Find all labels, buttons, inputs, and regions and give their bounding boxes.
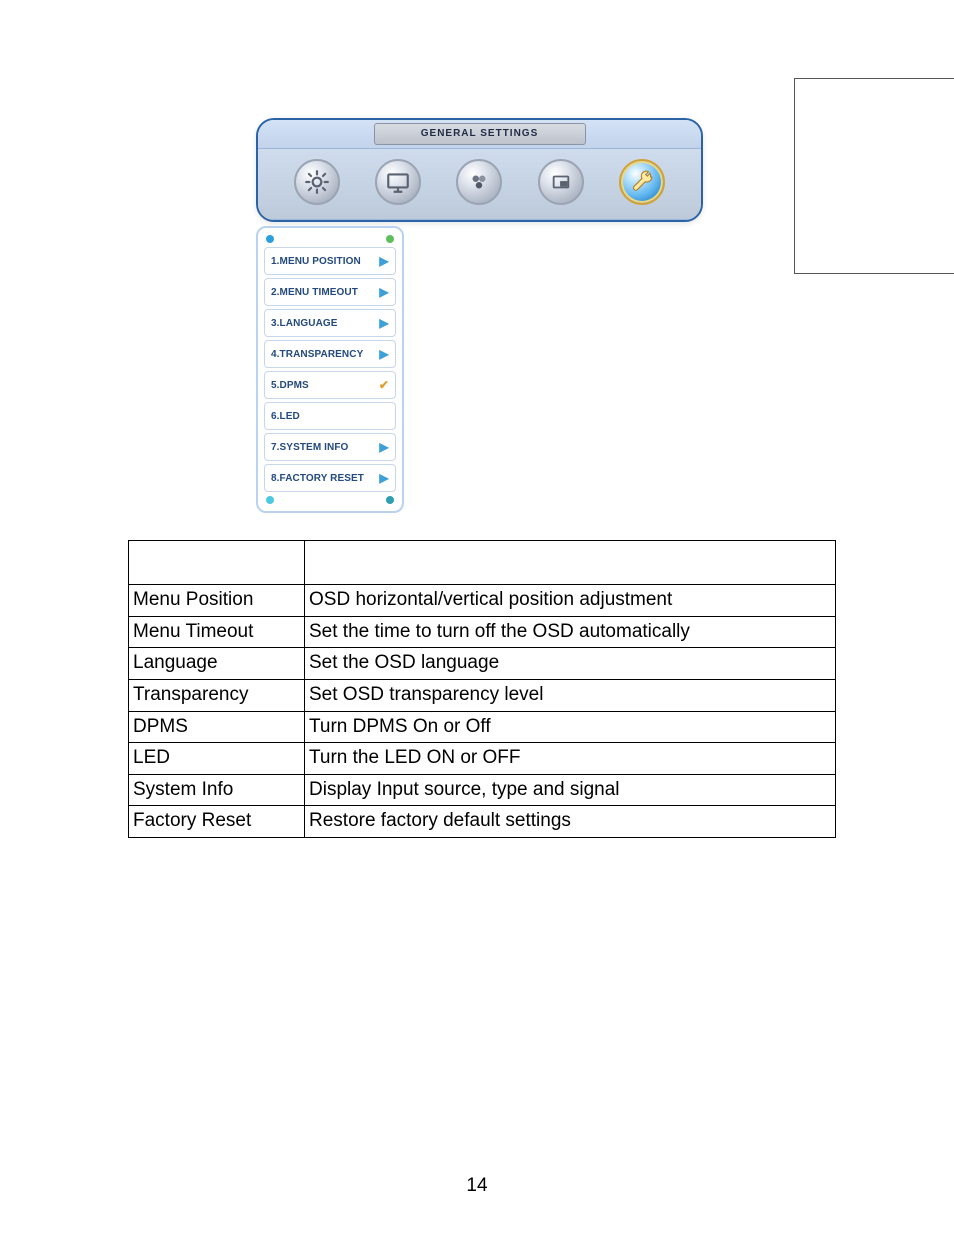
arrow-right-icon: ▶ — [377, 471, 391, 485]
table-cell-name: DPMS — [129, 711, 305, 743]
table-row: System Info Display Input source, type a… — [129, 774, 836, 806]
submenu-bottom-corners — [262, 495, 398, 505]
table-row: LED Turn the LED ON or OFF — [129, 743, 836, 775]
color-icon[interactable] — [456, 159, 502, 205]
table-cell-desc: Turn the LED ON or OFF — [305, 743, 836, 775]
table-cell-name: Menu Timeout — [129, 616, 305, 648]
arrow-right-icon: ▶ — [377, 285, 391, 299]
table-cell-name: LED — [129, 743, 305, 775]
table-row: Menu Timeout Set the time to turn off th… — [129, 616, 836, 648]
table-cell-desc: Display Input source, type and signal — [305, 774, 836, 806]
osd-tab-row — [258, 149, 701, 220]
submenu-item-menu-position[interactable]: 1.MENU POSITION ▶ — [264, 247, 396, 275]
table-header-blank-name — [129, 541, 305, 585]
table-row: Transparency Set OSD transparency level — [129, 679, 836, 711]
osd-submenu: 1.MENU POSITION ▶ 2.MENU TIMEOUT ▶ 3.LAN… — [256, 226, 404, 513]
submenu-top-corners — [262, 234, 398, 244]
table-cell-desc: Set the OSD language — [305, 648, 836, 680]
arrow-right-icon: ▶ — [377, 254, 391, 268]
check-icon: ✔ — [377, 378, 391, 392]
osd-panel: GENERAL SETTINGS — [256, 118, 703, 222]
arrow-right-icon: ▶ — [377, 347, 391, 361]
settings-description-table: Menu Position OSD horizontal/vertical po… — [128, 540, 836, 838]
side-tab — [794, 78, 954, 274]
arrow-right-icon: ▶ — [377, 316, 391, 330]
display-icon[interactable] — [375, 159, 421, 205]
submenu-item-label: 8.FACTORY RESET — [271, 473, 364, 484]
submenu-item-label: 6.LED — [271, 411, 300, 422]
table-cell-desc: Set the time to turn off the OSD automat… — [305, 616, 836, 648]
table-header-blank-desc — [305, 541, 836, 585]
submenu-item-dpms[interactable]: 5.DPMS ✔ — [264, 371, 396, 399]
table-row: DPMS Turn DPMS On or Off — [129, 711, 836, 743]
corner-dot-icon — [386, 235, 394, 243]
arrow-right-icon: ▶ — [377, 440, 391, 454]
osd-title: GENERAL SETTINGS — [374, 123, 586, 145]
submenu-item-system-info[interactable]: 7.SYSTEM INFO ▶ — [264, 433, 396, 461]
corner-dot-icon — [386, 496, 394, 504]
table-cell-name: Factory Reset — [129, 806, 305, 838]
submenu-item-language[interactable]: 3.LANGUAGE ▶ — [264, 309, 396, 337]
submenu-item-label: 3.LANGUAGE — [271, 318, 338, 329]
submenu-item-label: 2.MENU TIMEOUT — [271, 287, 358, 298]
table-cell-name: Transparency — [129, 679, 305, 711]
table-cell-desc: Restore factory default settings — [305, 806, 836, 838]
submenu-item-label: 1.MENU POSITION — [271, 256, 361, 267]
page-number: 14 — [0, 1175, 954, 1197]
table-cell-desc: Turn DPMS On or Off — [305, 711, 836, 743]
osd-screenshot: GENERAL SETTINGS — [256, 118, 699, 222]
table-cell-name: Menu Position — [129, 585, 305, 617]
submenu-item-led[interactable]: 6.LED — [264, 402, 396, 430]
table-row: Factory Reset Restore factory default se… — [129, 806, 836, 838]
table-row: Language Set the OSD language — [129, 648, 836, 680]
table-header-row — [129, 541, 836, 585]
table-cell-desc: OSD horizontal/vertical position adjustm… — [305, 585, 836, 617]
submenu-item-label: 5.DPMS — [271, 380, 309, 391]
brightness-icon[interactable] — [294, 159, 340, 205]
table-cell-desc: Set OSD transparency level — [305, 679, 836, 711]
table-cell-name: Language — [129, 648, 305, 680]
corner-dot-icon — [266, 235, 274, 243]
submenu-item-label: 7.SYSTEM INFO — [271, 442, 348, 453]
osd-header: GENERAL SETTINGS — [258, 120, 701, 149]
table-cell-name: System Info — [129, 774, 305, 806]
submenu-item-transparency[interactable]: 4.TRANSPARENCY ▶ — [264, 340, 396, 368]
submenu-item-factory-reset[interactable]: 8.FACTORY RESET ▶ — [264, 464, 396, 492]
pip-icon[interactable] — [538, 159, 584, 205]
table-row: Menu Position OSD horizontal/vertical po… — [129, 585, 836, 617]
submenu-item-label: 4.TRANSPARENCY — [271, 349, 363, 360]
corner-dot-icon — [266, 496, 274, 504]
submenu-item-menu-timeout[interactable]: 2.MENU TIMEOUT ▶ — [264, 278, 396, 306]
settings-icon[interactable] — [619, 159, 665, 205]
